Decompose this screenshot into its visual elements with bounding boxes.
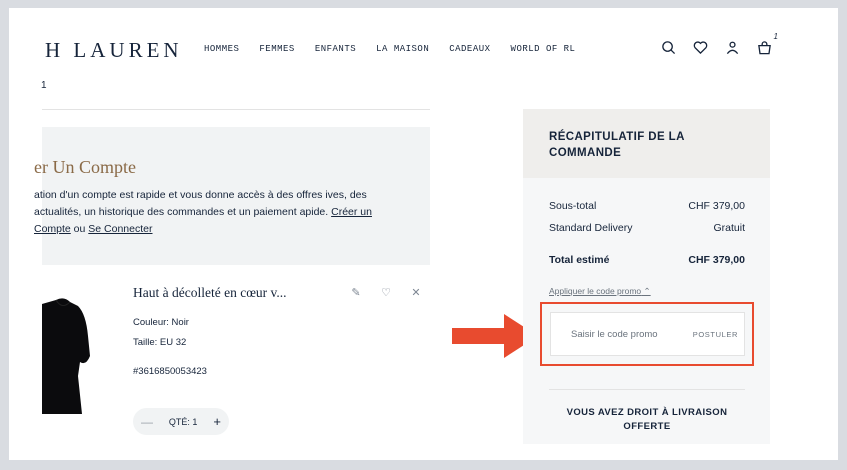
edit-icon[interactable]: ✎ [349, 286, 363, 299]
qty-increase-button[interactable]: + [213, 414, 221, 429]
nav-hommes[interactable]: HOMMES [204, 44, 239, 54]
or-text: ou [70, 223, 89, 235]
delivery-row: Standard Delivery Gratuit [549, 222, 745, 234]
header-icons: 1 [659, 32, 778, 56]
promo-link-label: Appliquer le code promo [549, 286, 642, 296]
breadcrumb: 1 [41, 80, 47, 91]
nav-femmes[interactable]: FEMMES [259, 44, 294, 54]
summary-title: RÉCAPITULATIF DE LA COMMANDE [549, 131, 685, 159]
chevron-up-icon: ⌃ [643, 286, 651, 296]
subtotal-value: CHF 379,00 [688, 200, 745, 212]
summary-header: RÉCAPITULATIF DE LA COMMANDE [523, 109, 770, 178]
nav-enfants[interactable]: ENFANTS [315, 44, 356, 54]
promo-code-input[interactable] [571, 328, 681, 340]
account-icon[interactable] [723, 38, 741, 56]
shopping-bag-icon[interactable]: 1 [755, 32, 778, 56]
subtotal-label: Sous-total [549, 200, 597, 212]
total-row: Total estimé CHF 379,00 [549, 254, 745, 266]
nav-cadeaux[interactable]: CADEAUX [449, 44, 490, 54]
delivery-label: Standard Delivery [549, 222, 633, 234]
create-account-text: ation d'un compte est rapide et vous don… [34, 187, 394, 238]
create-account-description: ation d'un compte est rapide et vous don… [34, 189, 367, 218]
login-link[interactable]: Se Connecter [88, 223, 152, 235]
order-summary: Sous-total CHF 379,00 Standard Delivery … [523, 178, 770, 444]
total-label: Total estimé [549, 254, 610, 266]
qty-value: QTÉ: 1 [168, 416, 198, 427]
total-value: CHF 379,00 [688, 254, 745, 266]
bag-count-badge: 1 [773, 32, 778, 41]
summary-divider [549, 389, 745, 390]
product-size: Taille: EU 32 [133, 337, 187, 348]
create-account-title: er Un Compte [34, 157, 136, 177]
subtotal-row: Sous-total CHF 379,00 [549, 200, 745, 212]
product-name[interactable]: Haut à décolleté en cœur v... [133, 285, 287, 301]
heart-icon[interactable] [691, 38, 709, 56]
nav-world-of-rl[interactable]: WORLD OF RL [511, 44, 576, 54]
main-nav: HOMMES FEMMES ENFANTS LA MAISON CADEAUX … [204, 44, 595, 54]
delivery-value: Gratuit [713, 222, 745, 234]
product-image[interactable] [42, 296, 92, 414]
product-sku: #3616850053423 [133, 366, 207, 377]
page-frame: H LAUREN HOMMES FEMMES ENFANTS LA MAISON… [9, 8, 838, 460]
product-color: Couleur: Noir [133, 317, 189, 328]
nav-la-maison[interactable]: LA MAISON [376, 44, 429, 54]
promo-highlight-box: POSTULER [540, 302, 754, 366]
qty-decrease-button[interactable]: — [141, 415, 153, 429]
remove-close-icon[interactable]: ✕ [409, 286, 423, 299]
apply-promo-toggle[interactable]: Appliquer le code promo ⌃ [549, 286, 651, 297]
divider [42, 109, 430, 110]
brand-logo[interactable]: H LAUREN [45, 38, 183, 63]
product-actions: ✎ ♡ ✕ [349, 286, 423, 299]
search-icon[interactable] [659, 38, 677, 56]
free-shipping-message: VOUS AVEZ DROIT À LIVRAISON OFFERTE [566, 407, 728, 432]
promo-code-field: POSTULER [550, 312, 745, 356]
create-account-panel: er Un Compte ation d'un compte est rapid… [34, 127, 430, 265]
apply-promo-button[interactable]: POSTULER [693, 330, 738, 339]
quantity-stepper: — QTÉ: 1 + [133, 408, 229, 435]
wishlist-heart-icon[interactable]: ♡ [379, 286, 393, 299]
